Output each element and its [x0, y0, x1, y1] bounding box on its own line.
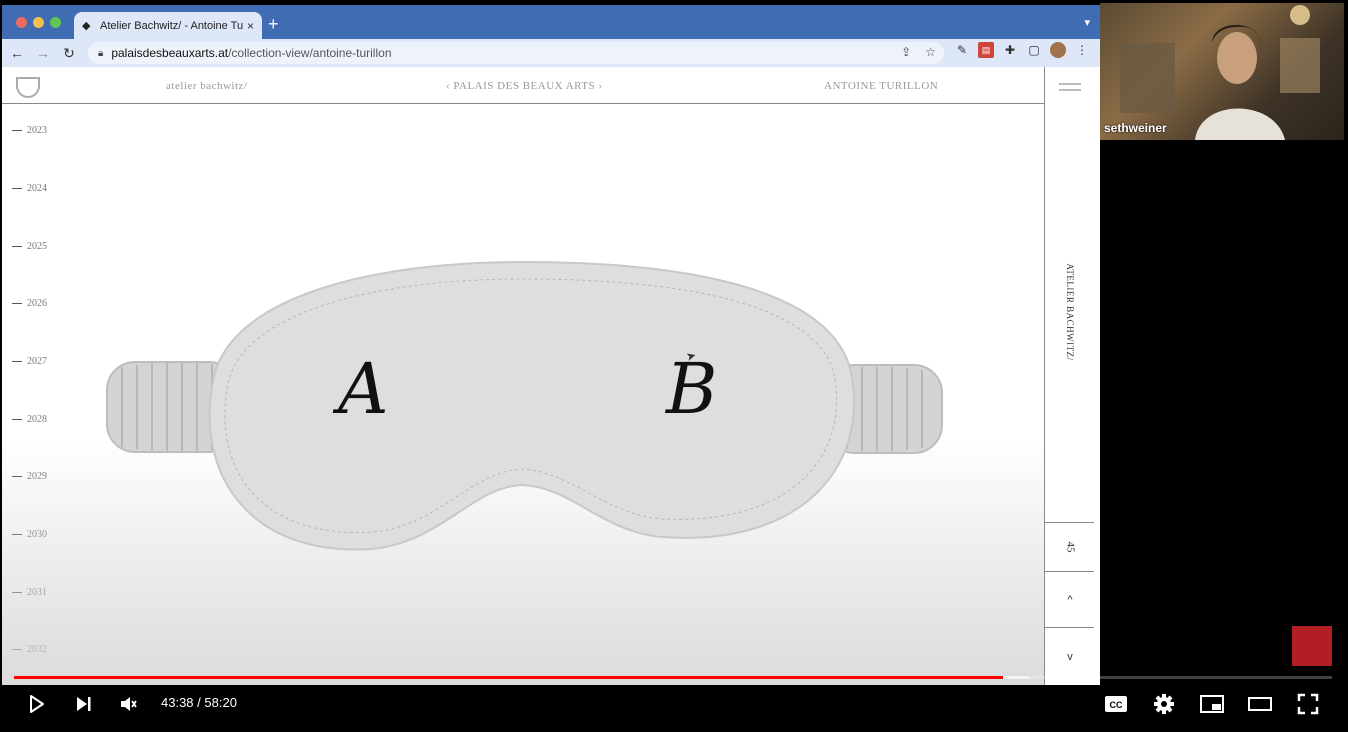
extension-badge-icon[interactable]: ▤ [978, 42, 994, 58]
minimize-window-button[interactable] [33, 17, 44, 28]
forward-arrow-icon[interactable]: → [32, 45, 54, 61]
nav-link-atelier[interactable]: atelier bachwitz/ [166, 80, 248, 92]
time-separator: / [193, 695, 205, 710]
url-path: /collection-view/antoine-turillon [228, 46, 392, 60]
fullscreen-icon [1297, 693, 1319, 715]
fullscreen-button[interactable] [1296, 692, 1320, 716]
side-panel: ATELIER BACHWITZ/ 45 ^ v [1044, 67, 1094, 685]
browser-tab[interactable]: ◆ Atelier Bachwitz/ - Antoine Tur × [74, 12, 262, 39]
chevron-up-icon: ^ [1067, 593, 1073, 606]
school-logo-badge [1292, 626, 1332, 666]
volume-icon [121, 697, 137, 711]
share-icon[interactable]: ⇪ [901, 45, 911, 59]
browser-tab-bar: ◆ Atelier Bachwitz/ - Antoine Tur × + ▾ [2, 5, 1100, 39]
play-icon [30, 695, 44, 713]
bookmark-star-icon[interactable]: ☆ [925, 45, 936, 59]
tab-search-chevron-icon[interactable]: ▾ [1084, 16, 1090, 29]
nav-link-palais[interactable]: ‹ PALAIS DES BEAUX ARTS › [446, 80, 603, 92]
duration: 58:20 [204, 695, 237, 710]
timeline-item[interactable]: 2028 [12, 414, 47, 425]
close-window-button[interactable] [16, 17, 27, 28]
progress-bar[interactable] [14, 676, 1332, 679]
extension-pen-icon[interactable]: ✎ [954, 42, 970, 58]
current-time: 43:38 [161, 695, 194, 710]
chevron-down-icon: v [1067, 650, 1073, 663]
theater-mode-button[interactable] [1248, 692, 1272, 716]
gear-icon [1154, 694, 1174, 714]
browser-toolbar: ← → ↻ 🔒︎ palaisdesbeauxarts.at/collectio… [2, 39, 1100, 67]
lock-icon: 🔒︎ [98, 47, 104, 59]
timeline-item[interactable]: 2025 [12, 241, 47, 252]
shared-browser-window: ◆ Atelier Bachwitz/ - Antoine Tur × + ▾ … [2, 5, 1100, 685]
next-button[interactable] [72, 692, 96, 716]
profile-avatar[interactable] [1050, 42, 1066, 58]
time-display: 43:38 / 58:20 [161, 695, 237, 710]
timeline-item[interactable]: 2023 [12, 125, 47, 136]
url-host: palaisdesbeauxarts.at [111, 46, 229, 60]
next-icon [77, 697, 91, 711]
captions-button[interactable]: CC [1104, 692, 1128, 716]
back-arrow-icon[interactable]: ← [6, 45, 28, 61]
miniplayer-button[interactable] [1200, 692, 1224, 716]
player-controls: 43:38 / 58:20 CC [0, 684, 1348, 724]
miniplayer-icon [1200, 695, 1224, 713]
webcam-feed: sethweiner [1100, 3, 1344, 140]
svg-text:CC: CC [1110, 700, 1123, 710]
web-page: atelier bachwitz/ ‹ PALAIS DES BEAUX ART… [2, 67, 1094, 685]
browser-menu-icon[interactable]: ⋮ [1074, 42, 1090, 58]
vertical-brand-label: ATELIER BACHWITZ/ [1065, 263, 1075, 361]
price-cell: 45 [1045, 522, 1094, 571]
site-logo-icon[interactable] [16, 78, 40, 98]
hamburger-menu-icon[interactable] [1059, 83, 1081, 91]
captions-icon: CC [1105, 696, 1127, 712]
mask-letter-a: A [338, 348, 389, 430]
play-button[interactable] [24, 692, 48, 716]
video-stage: ◆ Atelier Bachwitz/ - Antoine Tur × + ▾ … [0, 0, 1348, 732]
site-header: atelier bachwitz/ ‹ PALAIS DES BEAUX ART… [2, 67, 1044, 104]
scroll-up-button[interactable]: ^ [1045, 571, 1094, 627]
timeline-item[interactable]: 2027 [12, 356, 47, 367]
webcam-scene [1120, 5, 1320, 140]
address-bar[interactable]: 🔒︎ palaisdesbeauxarts.at/collection-view… [88, 42, 944, 64]
tab-title: Atelier Bachwitz/ - Antoine Tur [100, 19, 243, 32]
timeline-item[interactable]: 2024 [12, 183, 47, 194]
maximize-window-button[interactable] [50, 17, 61, 28]
sleep-mask-artwork [106, 260, 943, 551]
nav-link-artist[interactable]: ANTOINE TURILLON [824, 80, 938, 92]
settings-button[interactable] [1152, 692, 1176, 716]
theater-icon [1248, 697, 1272, 711]
extensions-puzzle-icon[interactable]: ✚ [1002, 42, 1018, 58]
participant-name: sethweiner [1104, 121, 1167, 135]
timeline-item[interactable]: 2026 [12, 298, 47, 309]
reload-icon[interactable]: ↻ [58, 45, 80, 62]
new-tab-button[interactable]: + [268, 14, 279, 34]
mute-button[interactable] [117, 692, 141, 716]
side-panel-icon[interactable]: ▢ [1026, 42, 1042, 58]
price-label: 45 [1064, 541, 1076, 553]
progress-played [14, 676, 1003, 679]
site-favicon-icon: ◆ [82, 19, 91, 32]
tab-close-icon[interactable]: × [247, 19, 254, 33]
